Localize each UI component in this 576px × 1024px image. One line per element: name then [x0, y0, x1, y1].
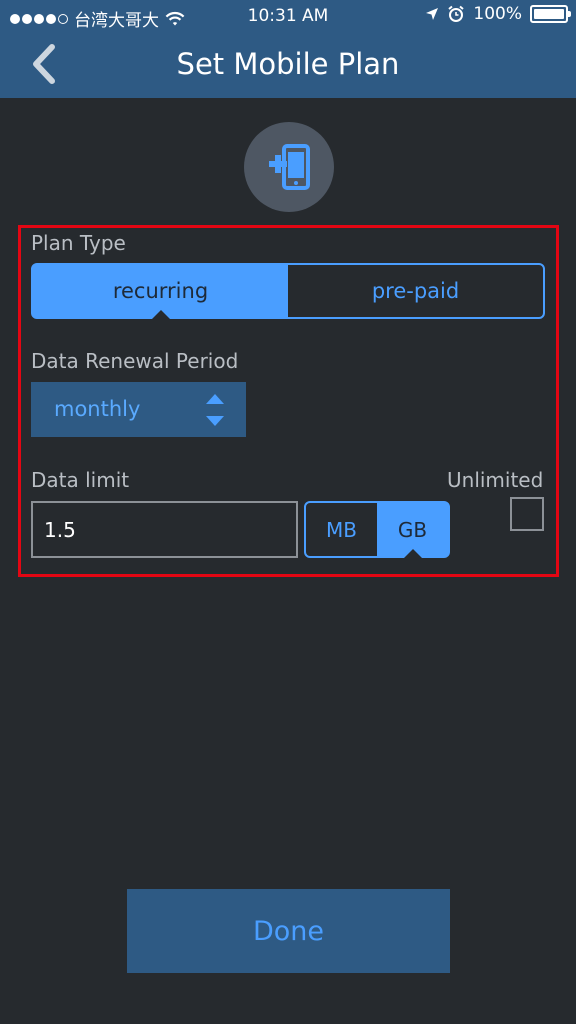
unlimited-checkbox[interactable] — [510, 497, 544, 531]
alarm-clock-icon — [448, 5, 465, 22]
plan-icon-circle — [244, 122, 334, 212]
unlimited-label: Unlimited — [447, 468, 544, 492]
unit-gb-option[interactable]: GB — [377, 503, 448, 558]
battery-icon — [530, 5, 571, 23]
status-bar: 台湾大哥大 10:31 AM 100% — [0, 0, 576, 32]
plan-type-label: Plan Type — [31, 231, 126, 255]
unit-mb-option[interactable]: MB — [306, 503, 377, 556]
page-title: Set Mobile Plan — [176, 47, 400, 81]
plan-type-prepaid-option[interactable]: pre-paid — [288, 265, 543, 317]
location-arrow-icon — [426, 8, 439, 20]
plan-type-recurring-option[interactable]: recurring — [33, 265, 288, 319]
app-screen: 台湾大哥大 10:31 AM 100% Set Mobile Plan Plan… — [0, 0, 576, 1024]
data-unit-segmented-control: MB GB — [304, 501, 450, 558]
battery-percent: 100% — [473, 4, 522, 24]
status-right: 100% — [425, 4, 571, 24]
renewal-period-label: Data Renewal Period — [31, 349, 239, 373]
add-mobile-icon — [269, 144, 310, 190]
renewal-period-value: monthly — [54, 397, 141, 421]
nav-bar: Set Mobile Plan — [0, 32, 576, 98]
done-button[interactable]: Done — [127, 889, 450, 973]
data-limit-input[interactable] — [31, 501, 298, 558]
data-limit-label: Data limit — [31, 468, 130, 492]
plan-type-segmented-control: recurring pre-paid — [31, 263, 545, 319]
renewal-period-select[interactable]: monthly — [31, 382, 246, 437]
header-bar: 台湾大哥大 10:31 AM 100% Set Mobile Plan — [0, 0, 576, 98]
up-down-arrows-icon — [206, 394, 224, 426]
